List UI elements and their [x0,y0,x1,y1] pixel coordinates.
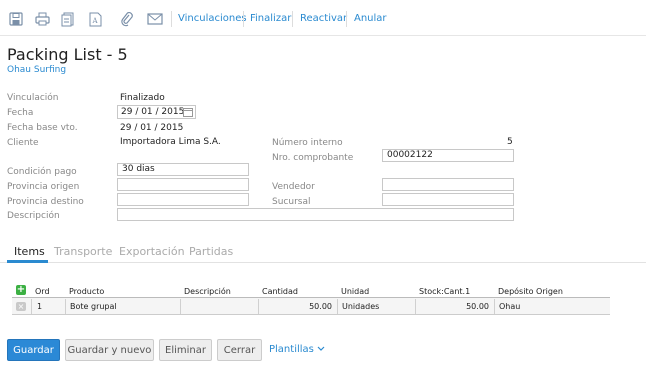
vendedor-field[interactable] [382,178,514,191]
svg-text:A: A [91,17,98,25]
numero-interno-label: Número interno [272,138,343,148]
tab-transporte[interactable]: Transporte [54,245,112,258]
provincia-destino-label: Provincia destino [7,197,84,207]
vinculaciones-link[interactable]: Vinculaciones [178,13,247,24]
templates-label: Plantillas [269,344,314,355]
cell-stock[interactable]: 50.00 [466,302,489,311]
calendar-icon[interactable] [183,107,193,117]
sucursal-field[interactable] [382,193,514,206]
tab-exportacion[interactable]: Exportación [119,245,185,258]
fecha-base-label: Fecha base vto. [7,123,78,133]
close-button[interactable]: Cerrar [217,339,262,361]
column-header-cantidad: Cantidad [262,287,298,296]
text-document-icon[interactable]: A [86,10,104,28]
provincia-destino-field[interactable] [117,193,249,206]
column-header-unidad: Unidad [341,287,370,296]
save-button[interactable]: Guardar [7,339,60,361]
descripcion-label: Descripción [7,211,60,221]
condicion-pago-label: Condición pago [7,167,77,177]
column-header-stock: Stock:Cant.1 [419,287,471,296]
nro-comprobante-label: Nro. comprobante [272,153,354,163]
toolbar: A Vinculaciones Finalizar Reactivar Anul… [0,0,646,38]
cell-producto[interactable]: Bote grupal [70,302,117,311]
tab-partidas[interactable]: Partidas [189,245,233,258]
finalizar-link[interactable]: Finalizar [250,13,291,24]
anular-link[interactable]: Anular [354,13,387,24]
sucursal-label: Sucursal [272,197,311,207]
cliente-value[interactable]: Importadora Lima S.A. [120,137,221,147]
delete-row-icon[interactable]: × [16,302,26,311]
page-title: Packing List - 5 [7,45,128,64]
column-header-producto: Producto [69,287,105,296]
provincia-origen-field[interactable] [117,178,249,191]
vendedor-label: Vendedor [272,182,315,192]
print-icon[interactable] [33,10,51,28]
delete-button[interactable]: Eliminar [159,339,212,361]
templates-dropdown[interactable]: Plantillas [269,344,325,355]
fecha-date-field[interactable]: 29 / 01 / 2015 [117,105,196,119]
provincia-origen-label: Provincia origen [7,182,80,192]
numero-interno-value: 5 [507,137,513,147]
tab-items[interactable]: Items [14,245,45,258]
fecha-label: Fecha [7,108,34,118]
reactivar-link[interactable]: Reactivar [300,13,347,24]
column-header-descripcion: Descripción [184,287,231,296]
descripcion-field[interactable] [117,208,514,221]
column-header-deposito: Depósito Origen [498,287,563,296]
document-stack-icon[interactable] [59,10,77,28]
chevron-down-icon [317,344,325,355]
page-subtitle-link[interactable]: Ohau Surfing [7,65,66,75]
column-header-ord: Ord [35,287,50,296]
nro-comprobante-field[interactable]: 00002122 [382,149,514,162]
fecha-base-value: 29 / 01 / 2015 [120,123,184,133]
vinculacion-value: Finalizado [120,93,165,103]
active-tab-indicator [7,260,48,263]
cell-cantidad[interactable]: 50.00 [309,302,332,311]
condicion-pago-field[interactable]: 30 dias [117,163,249,176]
email-icon[interactable] [146,10,164,28]
attachment-icon[interactable] [118,10,136,28]
fecha-value: 29 / 01 / 2015 [121,107,185,117]
cliente-label: Cliente [7,138,39,148]
vinculacion-label: Vinculación [7,93,59,103]
save-icon[interactable] [7,10,25,28]
cell-unidad[interactable]: Unidades [342,302,379,311]
save-and-new-button[interactable]: Guardar y nuevo [65,339,154,361]
cell-ord[interactable]: 1 [37,302,42,311]
cell-deposito[interactable]: Ohau [499,302,520,311]
add-row-icon[interactable]: + [16,285,26,295]
